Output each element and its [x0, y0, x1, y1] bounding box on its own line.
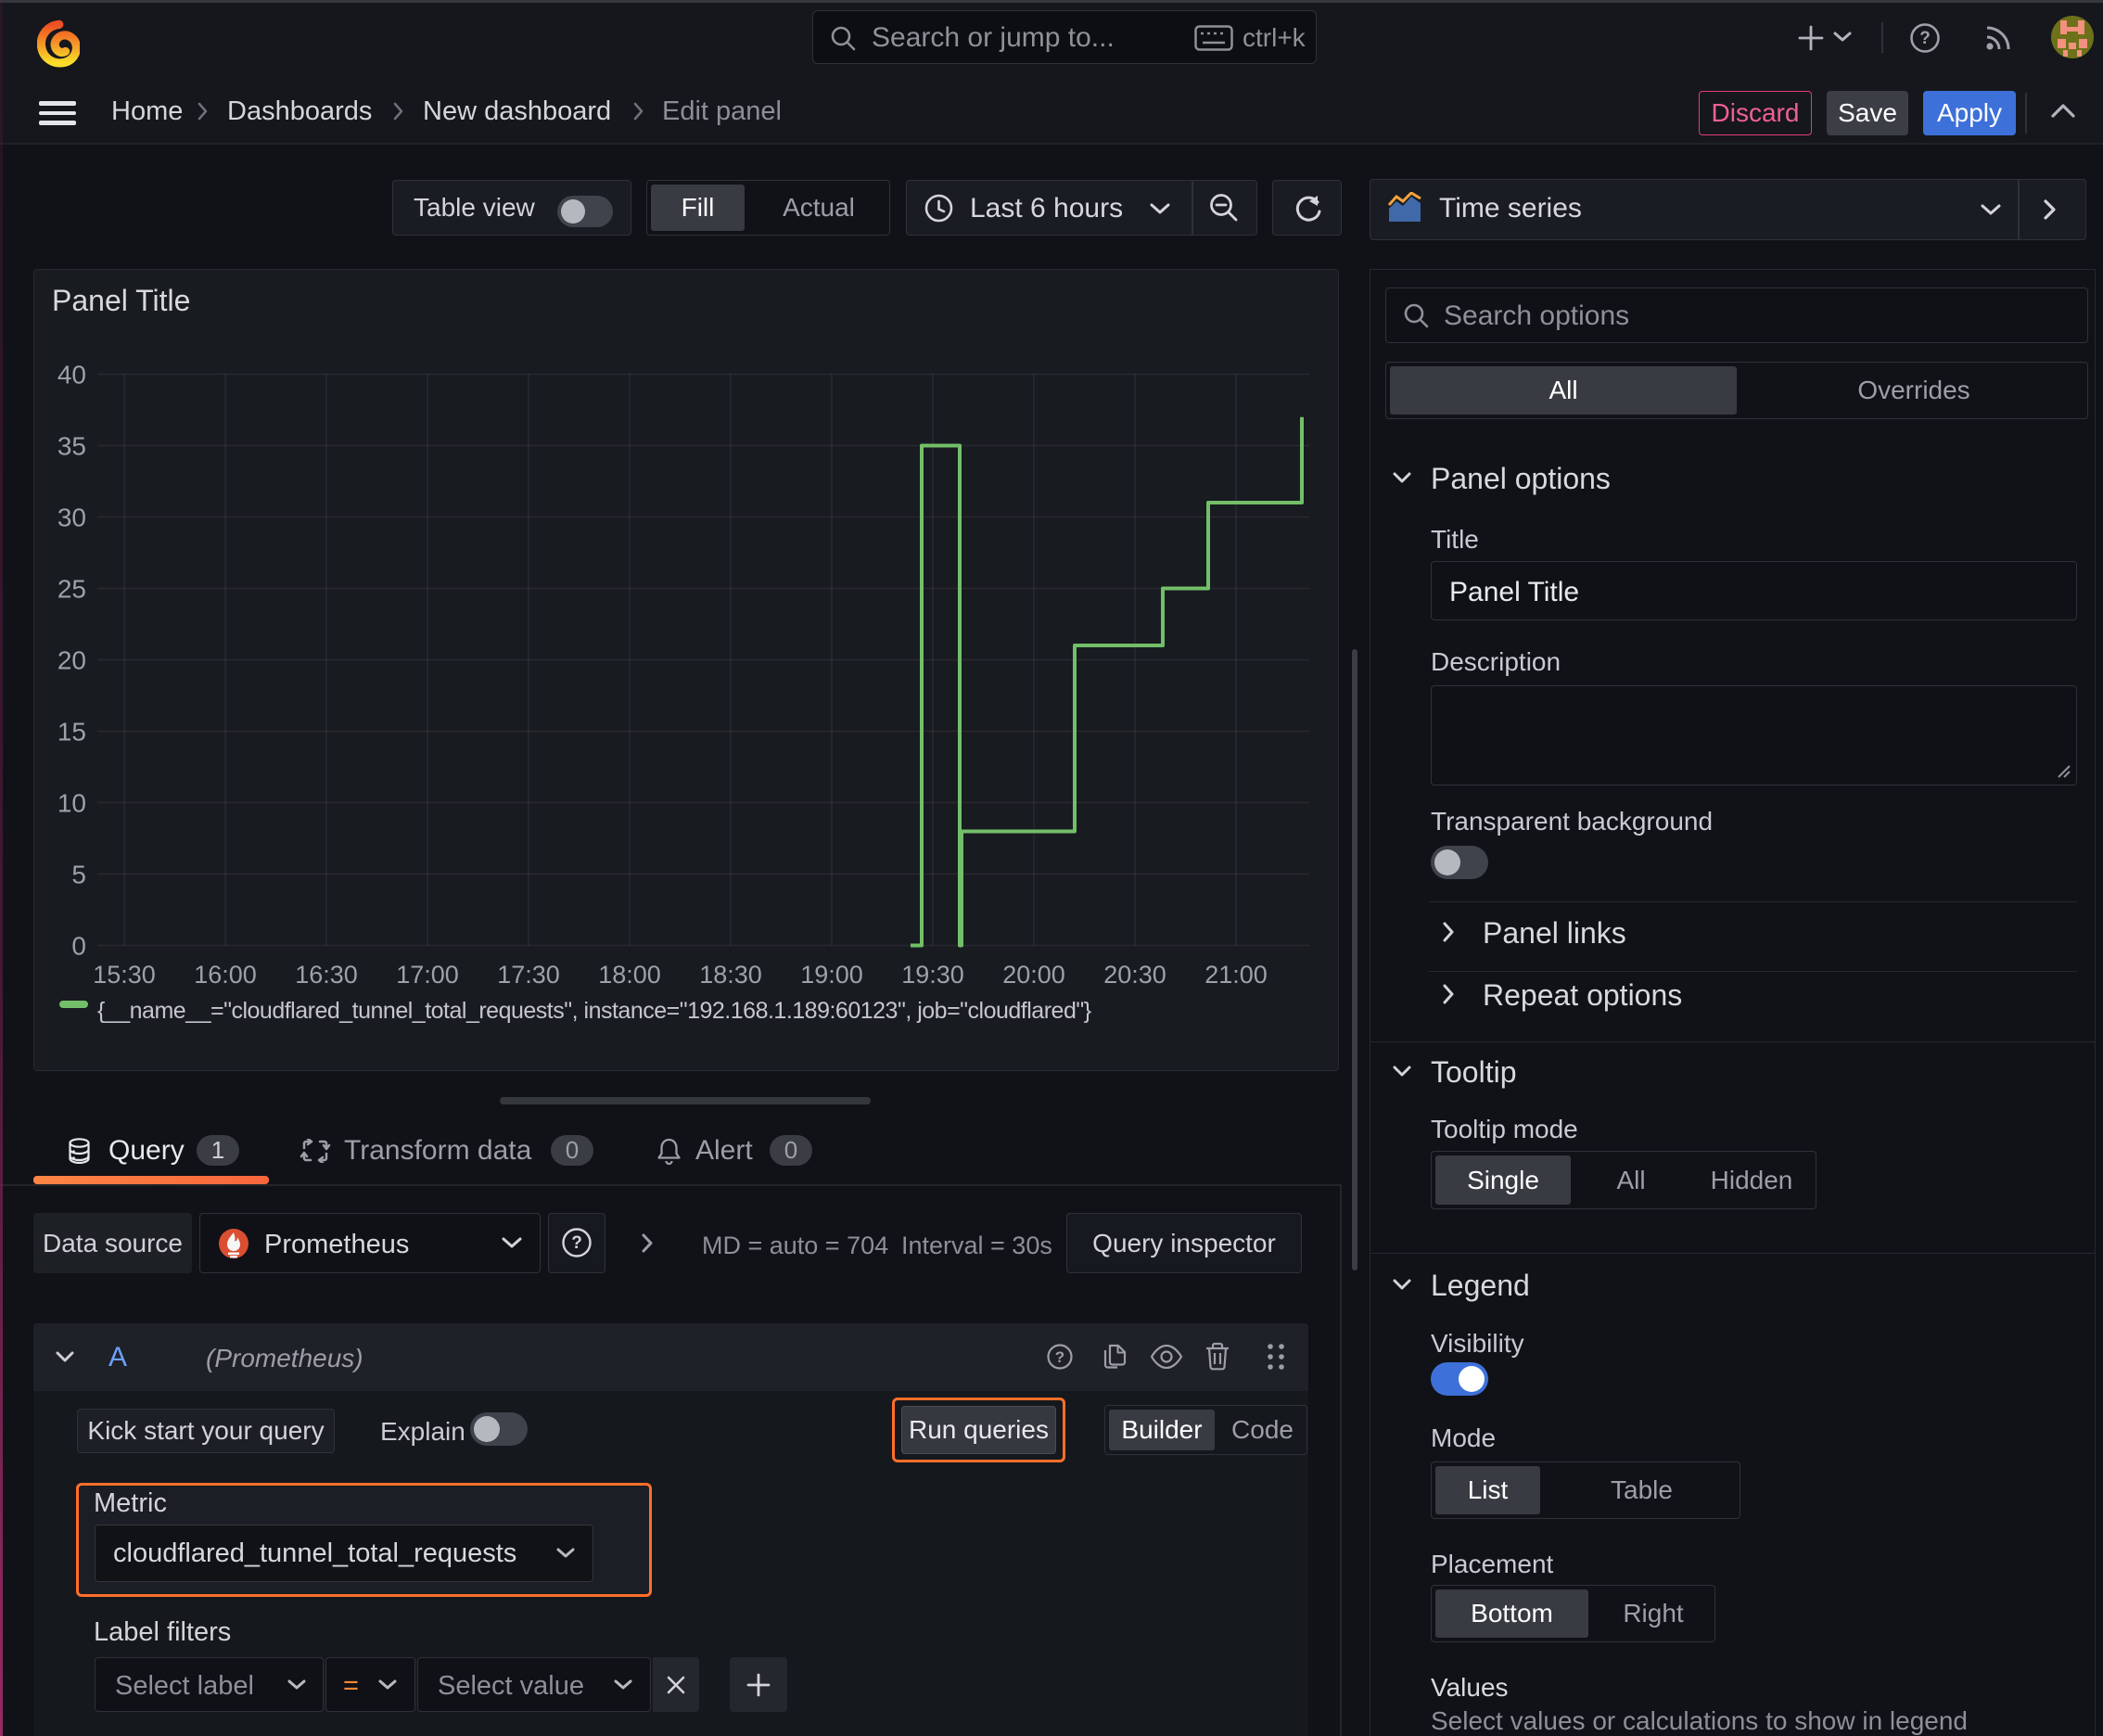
svg-text:17:30: 17:30 — [497, 961, 560, 989]
svg-text:17:00: 17:00 — [396, 961, 459, 989]
svg-text:16:30: 16:30 — [295, 961, 358, 989]
svg-text:18:30: 18:30 — [699, 961, 762, 989]
svg-text:25: 25 — [57, 575, 86, 604]
svg-text:20:00: 20:00 — [1002, 961, 1065, 989]
svg-text:19:00: 19:00 — [800, 961, 863, 989]
svg-text:35: 35 — [57, 432, 86, 461]
svg-text:?: ? — [1919, 29, 1931, 48]
svg-text:30: 30 — [57, 504, 86, 532]
svg-text:20:30: 20:30 — [1103, 961, 1166, 989]
svg-text:15:30: 15:30 — [93, 961, 156, 989]
svg-text:16:00: 16:00 — [194, 961, 257, 989]
svg-text:10: 10 — [57, 789, 86, 818]
svg-text:40: 40 — [57, 361, 86, 389]
svg-text:19:30: 19:30 — [901, 961, 964, 989]
svg-text:15: 15 — [57, 718, 86, 747]
svg-text:18:00: 18:00 — [598, 961, 661, 989]
svg-text:5: 5 — [71, 861, 86, 889]
svg-text:20: 20 — [57, 646, 86, 675]
svg-text:21:00: 21:00 — [1204, 961, 1268, 989]
svg-text:?: ? — [1055, 1348, 1064, 1366]
svg-text:0: 0 — [71, 932, 86, 961]
svg-text:{__name__="cloudflared_tunnel_: {__name__="cloudflared_tunnel_total_requ… — [97, 998, 1091, 1024]
svg-text:?: ? — [571, 1233, 582, 1253]
